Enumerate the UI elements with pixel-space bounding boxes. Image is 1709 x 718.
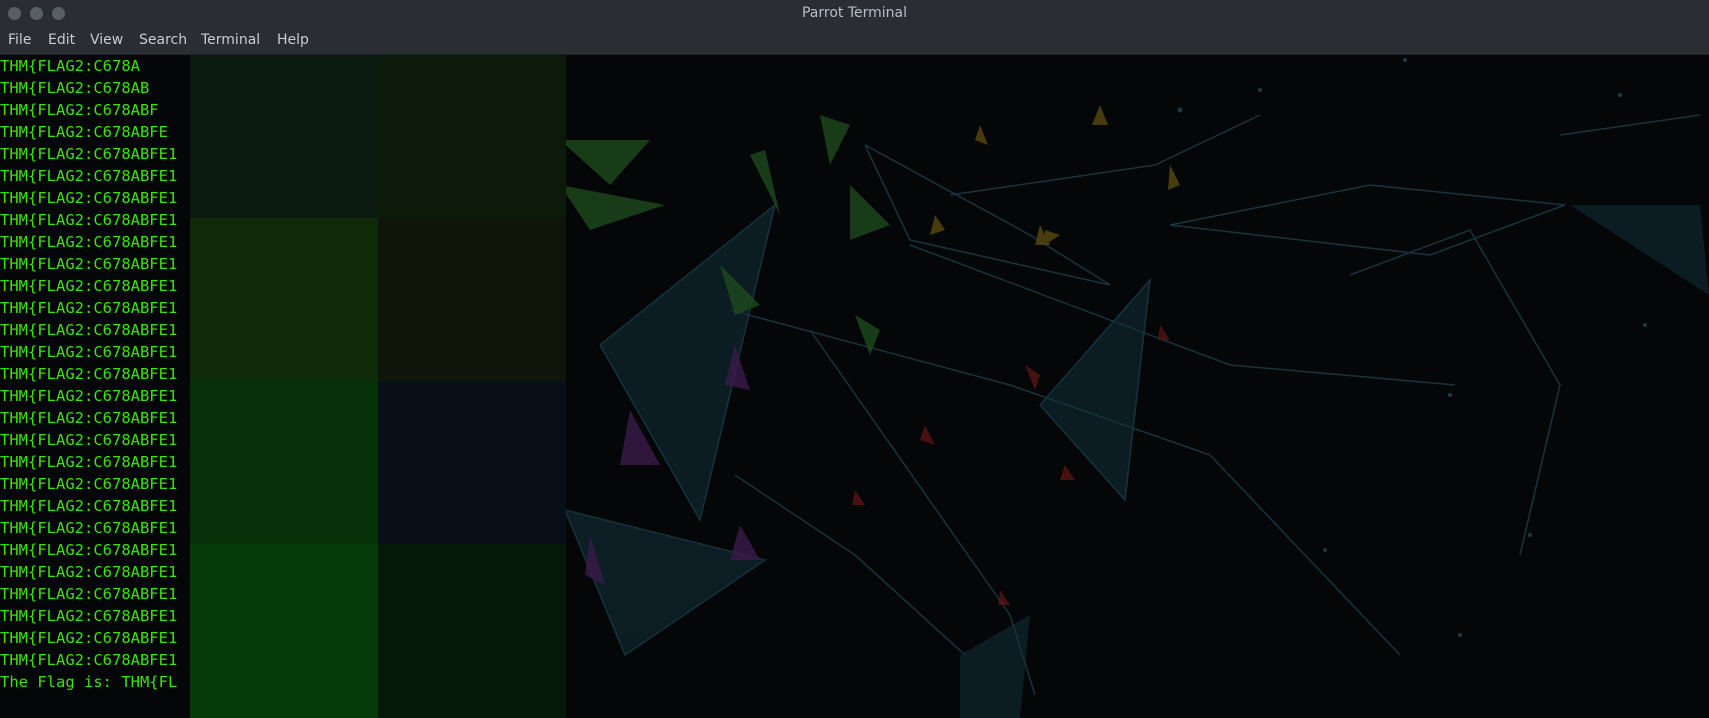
title-bar: Parrot Terminal bbox=[0, 0, 1709, 28]
redaction-block bbox=[190, 55, 378, 218]
terminal-line: THM{FLAG2:C678ABFE1 bbox=[0, 321, 178, 339]
terminal-line: THM{FLAG2:C678ABFE1 bbox=[0, 387, 178, 405]
menu-terminal[interactable]: Terminal bbox=[201, 32, 260, 48]
terminal-line: THM{FLAG2:C678ABFE1 bbox=[0, 145, 178, 163]
redaction-block bbox=[190, 544, 378, 718]
terminal-line: THM{FLAG2:C678ABFE1 bbox=[0, 629, 178, 647]
terminal-line: THM{FLAG2:C678ABFE1 bbox=[0, 233, 178, 251]
terminal-line: THM{FLAG2:C678ABFE1 bbox=[0, 409, 178, 427]
redaction-block bbox=[378, 218, 566, 381]
terminal-line: THM{FLAG2:C678ABFE1 bbox=[0, 431, 178, 449]
terminal-line: THM{FLAG2:C678ABF bbox=[0, 101, 159, 119]
terminal-line: THM{FLAG2:C678ABFE1 bbox=[0, 651, 178, 669]
terminal-line: THM{FLAG2:C678ABFE1 bbox=[0, 211, 178, 229]
terminal-output[interactable]: THM{FLAG2:C678A THM{FLAG2:C678AB THM{FLAG2… bbox=[0, 55, 1709, 718]
terminal-line: THM{FLAG2:C678ABFE1 bbox=[0, 563, 178, 581]
redaction-block bbox=[190, 218, 378, 381]
terminal-line: THM{FLAG2:C678ABFE1 bbox=[0, 167, 178, 185]
terminal-line: THM{FLAG2:C678AB bbox=[0, 79, 150, 97]
terminal-line: THM{FLAG2:C678ABFE1 bbox=[0, 519, 178, 537]
menu-bar: File Edit View Search Terminal Help bbox=[0, 28, 1709, 55]
terminal-line: THM{FLAG2:C678ABFE1 bbox=[0, 255, 178, 273]
terminal-line: THM{FLAG2:C678ABFE1 bbox=[0, 585, 178, 603]
flag-result-line: The Flag is: THM{FL bbox=[0, 673, 178, 691]
terminal-line: THM{FLAG2:C678ABFE1 bbox=[0, 475, 178, 493]
redaction-block bbox=[378, 544, 566, 718]
terminal-line: THM{FLAG2:C678ABFE1 bbox=[0, 497, 178, 515]
terminal-window: Parrot Terminal File Edit View Search Te… bbox=[0, 0, 1709, 718]
menu-help[interactable]: Help bbox=[277, 32, 309, 48]
terminal-line: THM{FLAG2:C678ABFE1 bbox=[0, 541, 178, 559]
menu-file[interactable]: File bbox=[8, 32, 31, 48]
window-title: Parrot Terminal bbox=[801, 5, 908, 21]
redaction-overlay bbox=[190, 55, 566, 718]
menu-edit[interactable]: Edit bbox=[48, 32, 75, 48]
terminal-line: THM{FLAG2:C678ABFE1 bbox=[0, 365, 178, 383]
terminal-line: THM{FLAG2:C678ABFE1 bbox=[0, 453, 178, 471]
terminal-line: THM{FLAG2:C678A bbox=[0, 57, 140, 75]
menu-search[interactable]: Search bbox=[139, 32, 187, 48]
redaction-block bbox=[190, 381, 378, 544]
menu-view[interactable]: View bbox=[90, 32, 123, 48]
redaction-block bbox=[378, 381, 566, 544]
redaction-block bbox=[378, 55, 566, 218]
terminal-line: THM{FLAG2:C678ABFE1 bbox=[0, 189, 178, 207]
terminal-line: THM{FLAG2:C678ABFE1 bbox=[0, 607, 178, 625]
terminal-line: THM{FLAG2:C678ABFE1 bbox=[0, 343, 178, 361]
terminal-line: THM{FLAG2:C678ABFE bbox=[0, 123, 168, 141]
terminal-line: THM{FLAG2:C678ABFE1 bbox=[0, 277, 178, 295]
terminal-lines: THM{FLAG2:C678A THM{FLAG2:C678AB THM{FLAG2… bbox=[0, 55, 177, 693]
terminal-line: THM{FLAG2:C678ABFE1 bbox=[0, 299, 178, 317]
